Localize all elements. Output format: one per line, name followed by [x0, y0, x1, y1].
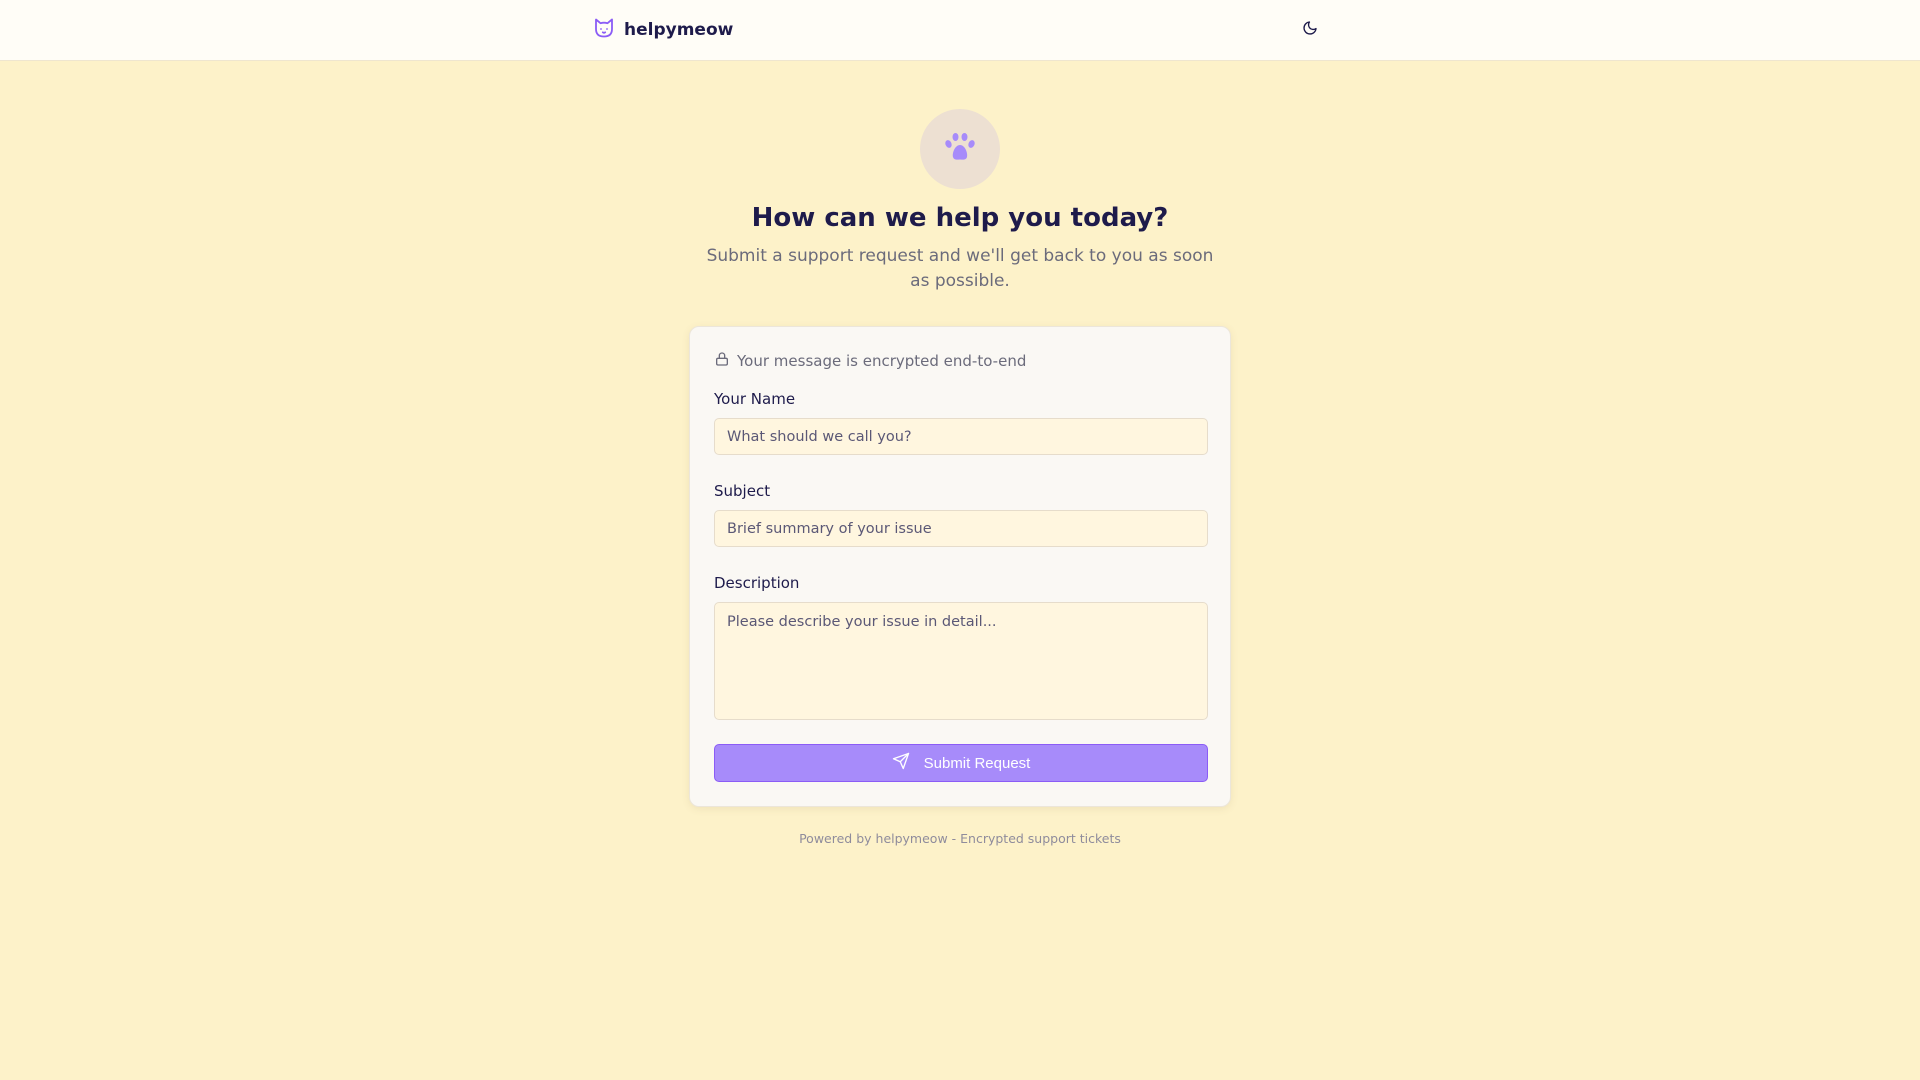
footer-text: Powered by helpymeow - Encrypted support… — [799, 831, 1121, 846]
brand-name: helpymeow — [624, 20, 734, 40]
top-navbar: helpymeow — [0, 0, 1920, 61]
send-icon — [892, 752, 910, 774]
page-title: How can we help you today? — [751, 203, 1169, 233]
submit-request-label: Submit Request — [923, 754, 1031, 772]
name-input[interactable] — [714, 418, 1208, 455]
name-label: Your Name — [714, 390, 796, 408]
page-subtitle: Submit a support request and we'll get b… — [706, 246, 1214, 291]
encryption-notice-text: Your message is encrypted end-to-end — [737, 352, 1027, 370]
theme-toggle-button[interactable] — [1299, 19, 1321, 41]
submit-request-button[interactable]: Submit Request — [714, 744, 1208, 782]
description-label: Description — [714, 574, 800, 592]
brand-logo[interactable]: helpymeow — [592, 17, 733, 43]
hero-badge — [920, 109, 1000, 189]
subject-label: Subject — [714, 482, 771, 500]
moon-icon — [1302, 20, 1318, 40]
description-textarea[interactable] — [714, 602, 1208, 720]
subject-input[interactable] — [714, 510, 1208, 547]
paw-icon — [942, 129, 978, 169]
support-request-form: Your message is encrypted end-to-end You… — [689, 326, 1231, 807]
lock-icon — [714, 351, 730, 371]
encryption-notice: Your message is encrypted end-to-end — [714, 351, 1026, 371]
cat-icon — [592, 16, 616, 44]
